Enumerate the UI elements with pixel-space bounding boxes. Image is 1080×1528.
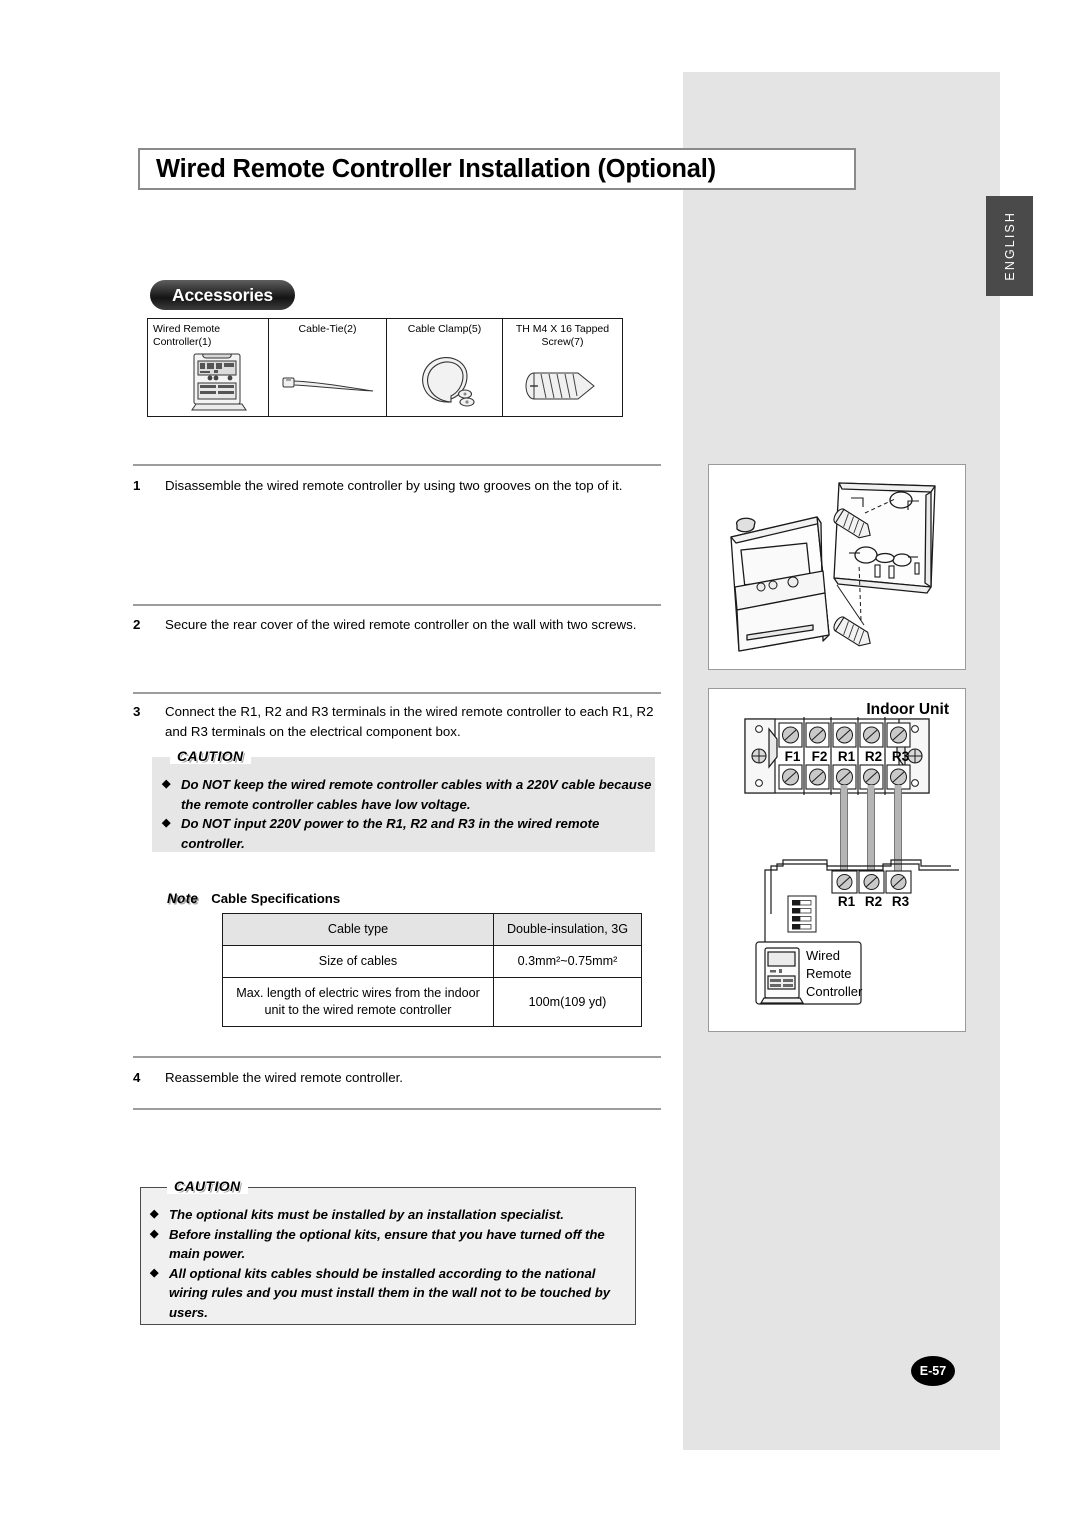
accessories-heading-badge: Accessories (150, 280, 295, 310)
cable-clamp-icon (387, 350, 502, 414)
accessory-label: Wired Remote Controller(1) (153, 323, 221, 348)
remote-terminal-label-r1: R1 (837, 894, 856, 909)
page-number-badge: E-57 (911, 1356, 955, 1386)
step-text: Connect the R1, R2 and R3 terminals in t… (165, 704, 654, 739)
accessories-heading-label: Accessories (172, 284, 273, 305)
spec-value: 100m(109 yd) (493, 977, 642, 1027)
terminal-label-row: F1 F2 R1 R2 R3 (779, 749, 934, 764)
terminal-label-r2: R2 (864, 749, 883, 764)
accessory-cell-wired-remote-controller: Wired Remote Controller(1) (148, 319, 269, 416)
remote-terminal-label-r3: R3 (891, 894, 910, 909)
terminal-label-r3: R3 (891, 749, 910, 764)
caution-bullet: ◆ Do NOT input 220V power to the R1, R2 … (162, 814, 654, 853)
accessory-label: Cable Clamp(5) (407, 323, 482, 335)
note-label: Note (167, 891, 199, 906)
indoor-unit-wiring-figure: Indoor Unit F1 F2 R1 R2 R3 R1 R2 R3 Wire… (708, 688, 966, 1032)
caution-bullet-text: Do NOT keep the wired remote controller … (181, 777, 652, 812)
spec-key: Size of cables (222, 945, 494, 978)
spec-value: 0.3mm²~0.75mm² (493, 945, 642, 978)
page-title-box: Wired Remote Controller Installation (Op… (138, 148, 856, 190)
step-text: Reassemble the wired remote controller. (165, 1070, 403, 1085)
step-1: 1 Disassemble the wired remote controlle… (133, 476, 673, 496)
diamond-bullet-icon: ◆ (150, 1266, 159, 1279)
remote-terminal-label-row: R1 R2 R3 (833, 894, 914, 909)
caution-bullet-text: All optional kits cables should be insta… (169, 1265, 611, 1320)
caution-bullets-bottom: ◆ The optional kits must be installed by… (150, 1205, 628, 1322)
caution-bullet: ◆ All optional kits cables should be ins… (150, 1264, 628, 1323)
wired-remote-controller-label: Wired Remote Controller (806, 948, 863, 999)
step-separator (133, 464, 661, 466)
table-row: Size of cables 0.3mm²~0.75mm² (222, 945, 642, 978)
caution-label-top: CAUTION (170, 748, 251, 764)
wired-remote-controller-icon (148, 350, 268, 414)
step-text: Secure the rear cover of the wired remot… (165, 617, 637, 632)
tapped-screw-icon (503, 350, 622, 414)
terminal-label-f2: F2 (811, 749, 828, 764)
step-3: 3 Connect the R1, R2 and R3 terminals in… (133, 702, 673, 741)
step-number: 3 (133, 704, 141, 719)
manual-page: ENGLISH Wired Remote Controller Installa… (0, 0, 1080, 1528)
diamond-bullet-icon: ◆ (162, 817, 171, 829)
language-tab-label: ENGLISH (1002, 211, 1017, 281)
cable-tie-icon (269, 350, 386, 414)
caution-bullet: ◆ Before installing the optional kits, e… (150, 1225, 628, 1264)
diamond-bullet-icon: ◆ (150, 1208, 159, 1220)
table-row: Cable type Double-insulation, 3G (222, 913, 642, 946)
accessory-cell-tapped-screw: TH M4 X 16 Tapped Screw(7) (503, 319, 622, 416)
page-number-label: E-57 (919, 1364, 947, 1378)
table-row: Max. length of electric wires from the i… (222, 977, 642, 1027)
accessory-cell-cable-clamp: Cable Clamp(5) (387, 319, 503, 416)
step-separator (133, 604, 661, 606)
cable-specifications-table: Cable type Double-insulation, 3G Size of… (222, 913, 642, 1027)
caution-label-bottom: CAUTION (167, 1178, 248, 1194)
note-row: Note Cable Specifications (167, 891, 340, 906)
language-tab: ENGLISH (986, 196, 1033, 296)
spec-key: Cable type (222, 913, 494, 946)
step-2: 2 Secure the rear cover of the wired rem… (133, 615, 673, 635)
diamond-bullet-icon: ◆ (150, 1227, 159, 1240)
step-number: 1 (133, 478, 141, 493)
controller-disassembly-figure (708, 464, 966, 670)
accessory-label: Cable-Tie(2) (298, 323, 357, 335)
terminal-label-r1: R1 (837, 749, 856, 764)
diamond-bullet-icon: ◆ (162, 778, 171, 790)
accessory-cell-cable-tie: Cable-Tie(2) (269, 319, 387, 416)
spec-key: Max. length of electric wires from the i… (222, 977, 494, 1027)
caution-bullet: ◆ Do NOT keep the wired remote controlle… (162, 775, 654, 814)
accessory-label: TH M4 X 16 Tapped Screw(7) (515, 323, 610, 348)
caution-bullet-text: Do NOT input 220V power to the R1, R2 an… (181, 816, 600, 851)
step-4: 4 Reassemble the wired remote controller… (133, 1068, 673, 1088)
caution-bullets-top: ◆ Do NOT keep the wired remote controlle… (162, 775, 654, 853)
step-number: 4 (133, 1070, 141, 1085)
page-title: Wired Remote Controller Installation (Op… (156, 154, 716, 183)
accessories-table: Wired Remote Controller(1) Cable-Tie(2) … (147, 318, 623, 417)
remote-terminal-label-r2: R2 (864, 894, 883, 909)
spec-value: Double-insulation, 3G (493, 913, 642, 946)
step-text: Disassemble the wired remote controller … (165, 478, 623, 493)
step-separator (133, 1108, 661, 1110)
caution-bullet-text: The optional kits must be installed by a… (169, 1207, 564, 1222)
caution-bullet: ◆ The optional kits must be installed by… (150, 1205, 628, 1225)
step-separator (133, 1056, 661, 1058)
caution-bullet-text: Before installing the optional kits, ens… (169, 1226, 605, 1262)
note-title: Cable Specifications (211, 891, 341, 906)
step-separator (133, 692, 661, 694)
step-number: 2 (133, 617, 141, 632)
terminal-label-f1: F1 (784, 749, 801, 764)
